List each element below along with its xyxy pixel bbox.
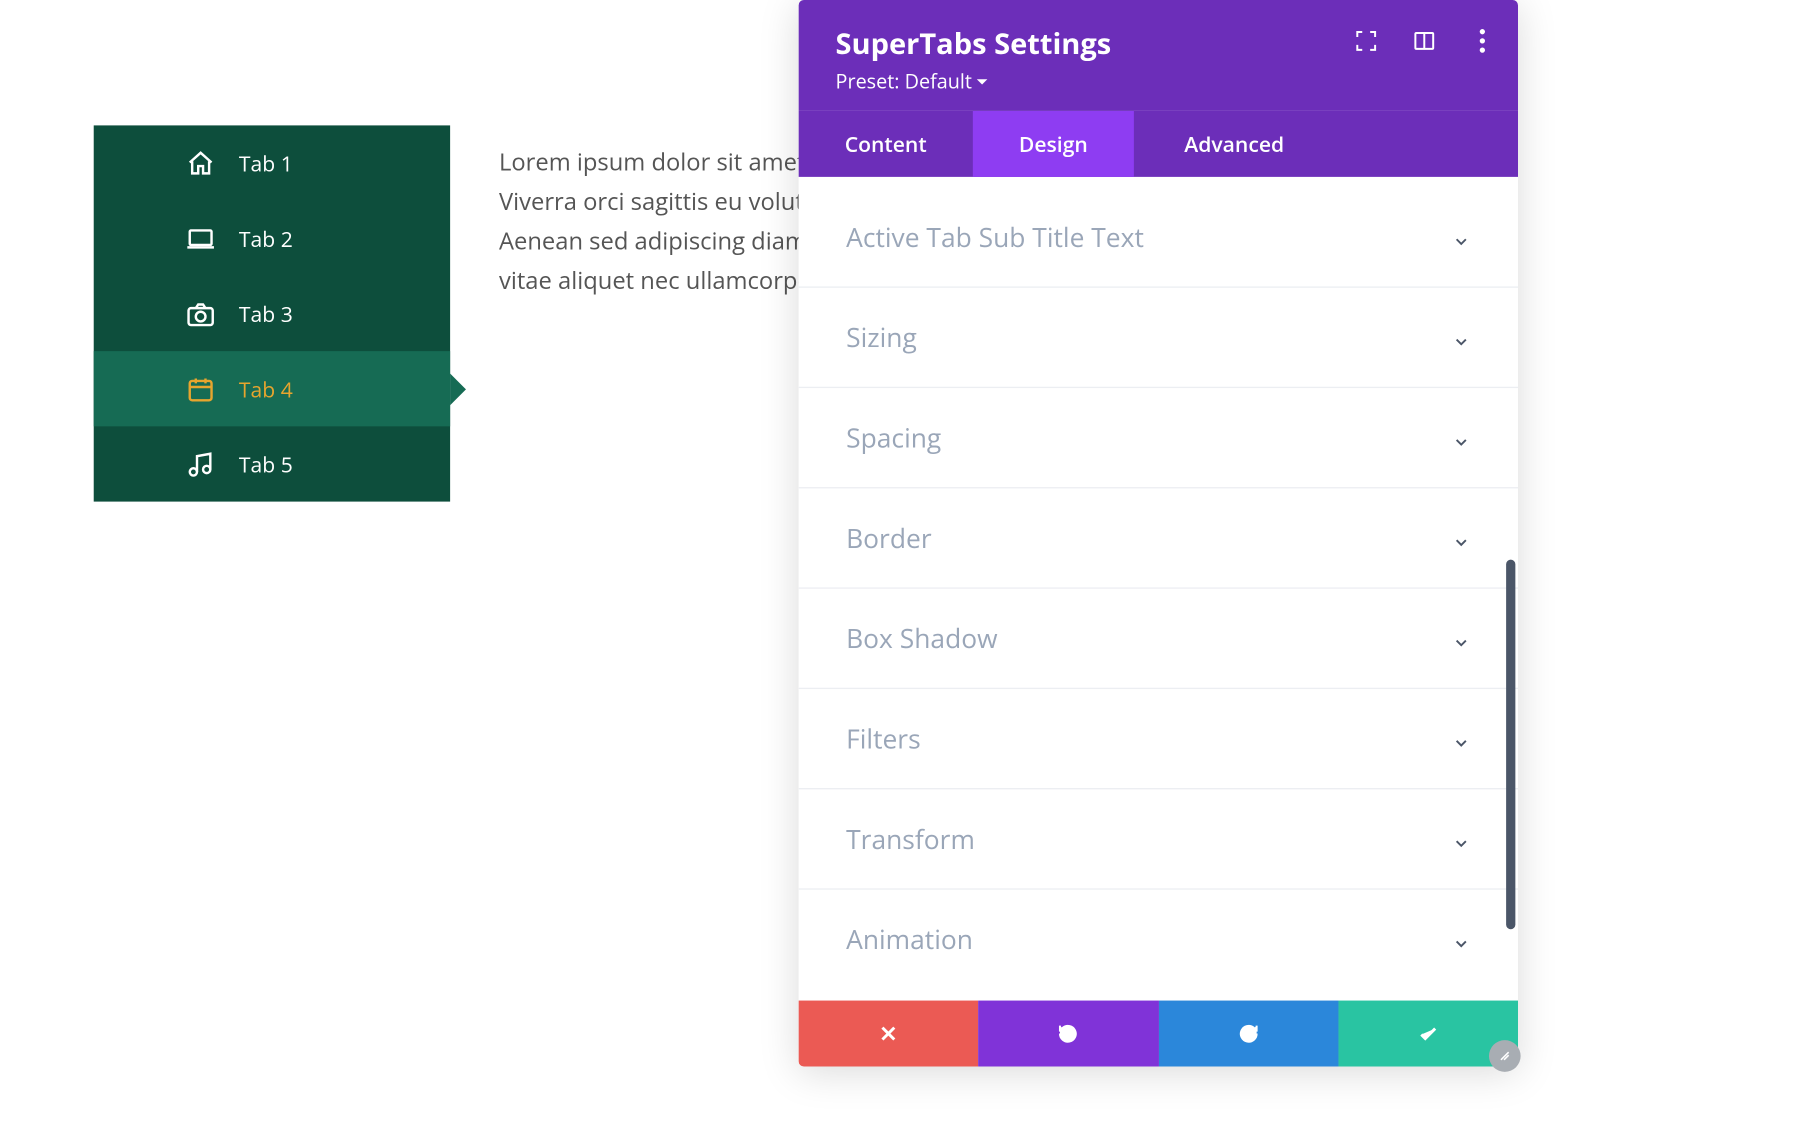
tab-label: Tab 4 [239, 374, 293, 403]
section-label: Box Shadow [846, 620, 997, 656]
settings-modal: SuperTabs Settings Preset: Default Conte… [799, 0, 1518, 1067]
expand-icon[interactable] [1354, 29, 1378, 53]
section-label: Border [846, 520, 931, 556]
preset-label: Preset: Default [836, 69, 972, 95]
section-spacing[interactable]: Spacing [799, 388, 1518, 488]
tab-item-2[interactable]: Tab 2 [94, 201, 450, 276]
chevron-down-icon [1452, 529, 1470, 547]
tab-item-5[interactable]: Tab 5 [94, 426, 450, 501]
camera-icon [186, 299, 215, 328]
tab-advanced[interactable]: Advanced [1134, 111, 1335, 177]
redo-button[interactable] [1158, 1001, 1338, 1067]
modal-header: SuperTabs Settings Preset: Default [799, 0, 1518, 111]
tab-label: Tab 1 [239, 149, 293, 178]
laptop-icon [186, 224, 215, 253]
tab-label: Tab 5 [239, 449, 293, 478]
columns-icon[interactable] [1412, 29, 1436, 53]
cancel-button[interactable] [799, 1001, 979, 1067]
preset-dropdown[interactable]: Preset: Default [836, 69, 988, 95]
section-label: Filters [846, 721, 921, 757]
section-border[interactable]: Border [799, 488, 1518, 588]
section-animation[interactable]: Animation [799, 890, 1518, 989]
tab-label: Tab 3 [239, 299, 293, 328]
section-sizing[interactable]: Sizing [799, 288, 1518, 388]
tab-item-4[interactable]: Tab 4 [94, 351, 450, 426]
section-label: Sizing [846, 319, 917, 355]
tab-item-1[interactable]: Tab 1 [94, 125, 450, 200]
modal-footer [799, 1001, 1518, 1067]
chevron-down-icon [1452, 629, 1470, 647]
home-icon [186, 149, 215, 178]
more-icon[interactable] [1470, 29, 1494, 53]
modal-tabs: Content Design Advanced [799, 111, 1518, 177]
chevron-down-icon [1452, 830, 1470, 848]
section-transform[interactable]: Transform [799, 789, 1518, 889]
scrollbar-thumb[interactable] [1506, 560, 1515, 930]
section-label: Animation [846, 921, 973, 957]
modal-body[interactable]: Active Tab Sub Title Text Sizing Spacing… [799, 177, 1518, 1001]
section-active-tab-subtitle[interactable]: Active Tab Sub Title Text [799, 177, 1518, 288]
section-filters[interactable]: Filters [799, 689, 1518, 789]
tab-item-3[interactable]: Tab 3 [94, 276, 450, 351]
chevron-down-icon [1452, 228, 1470, 246]
music-icon [186, 449, 215, 478]
calendar-icon [186, 374, 215, 403]
tab-label: Tab 2 [239, 224, 293, 253]
section-label: Transform [846, 821, 975, 857]
chevron-down-icon [1452, 729, 1470, 747]
tab-design[interactable]: Design [973, 111, 1134, 177]
tab-content[interactable]: Content [799, 111, 973, 177]
chevron-down-icon [1452, 428, 1470, 446]
section-label: Active Tab Sub Title Text [846, 219, 1144, 255]
supertabs-vertical-nav: Tab 1 Tab 2 Tab 3 [94, 125, 450, 501]
section-label: Spacing [846, 420, 941, 456]
section-box-shadow[interactable]: Box Shadow [799, 589, 1518, 689]
undo-button[interactable] [978, 1001, 1158, 1067]
chevron-down-icon [1452, 930, 1470, 948]
resize-handle-icon[interactable] [1489, 1040, 1521, 1072]
chevron-down-icon [1452, 328, 1470, 346]
